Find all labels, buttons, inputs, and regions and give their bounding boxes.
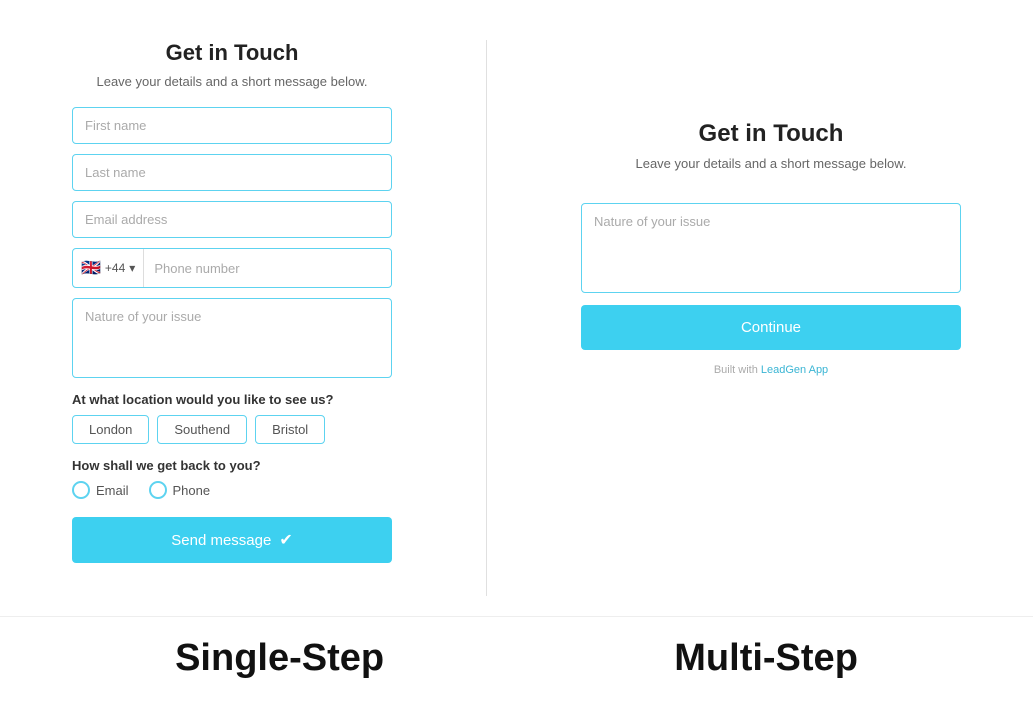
contact-phone-option[interactable]: Phone <box>149 481 211 499</box>
multi-step-issue-textarea[interactable] <box>581 203 961 293</box>
phone-dropdown-icon: ▾ <box>129 261 135 275</box>
phone-row: 🇬🇧 +44 ▾ <box>72 248 392 288</box>
single-step-label: Single-Step <box>175 637 384 680</box>
built-with-text: Built with LeadGen App <box>714 364 828 376</box>
radio-email-circle <box>72 481 90 499</box>
phone-code: +44 <box>105 261 125 275</box>
labels-row: Single-Step Multi-Step <box>0 616 1033 720</box>
single-step-fields: 🇬🇧 +44 ▾ <box>72 107 392 378</box>
flag-emoji: 🇬🇧 <box>81 258 101 278</box>
first-name-input[interactable] <box>72 107 392 144</box>
contact-email-label: Email <box>96 483 129 498</box>
continue-button-label: Continue <box>741 319 801 336</box>
location-london[interactable]: London <box>72 415 149 444</box>
last-name-input[interactable] <box>72 154 392 191</box>
multi-step-form: Get in Touch Leave your details and a sh… <box>581 40 961 376</box>
location-southend[interactable]: Southend <box>157 415 247 444</box>
multi-step-title: Get in Touch <box>699 120 844 148</box>
issue-textarea[interactable] <box>72 298 392 378</box>
send-message-button[interactable]: Send message ✔︎ <box>72 517 392 563</box>
location-buttons: London Southend Bristol <box>72 415 325 444</box>
multi-step-subtitle: Leave your details and a short message b… <box>635 156 906 171</box>
send-icon: ✔︎ <box>279 530 292 550</box>
leadgen-link[interactable]: LeadGen App <box>761 364 828 376</box>
continue-button[interactable]: Continue <box>581 305 961 350</box>
contact-phone-label: Phone <box>173 483 211 498</box>
single-step-form: Get in Touch Leave your details and a sh… <box>72 40 392 563</box>
single-step-subtitle: Leave your details and a short message b… <box>96 74 367 89</box>
contact-question: How shall we get back to you? <box>72 458 261 473</box>
single-step-title: Get in Touch <box>166 40 299 66</box>
send-button-label: Send message <box>171 532 271 549</box>
email-input[interactable] <box>72 201 392 238</box>
contact-email-option[interactable]: Email <box>72 481 129 499</box>
contact-options: Email Phone <box>72 481 210 499</box>
section-divider <box>486 40 487 596</box>
radio-phone-circle <box>149 481 167 499</box>
phone-flag-selector[interactable]: 🇬🇧 +44 ▾ <box>73 249 144 287</box>
location-question: At what location would you like to see u… <box>72 392 333 407</box>
multi-step-label: Multi-Step <box>674 637 858 680</box>
location-bristol[interactable]: Bristol <box>255 415 325 444</box>
phone-number-input[interactable] <box>144 251 391 286</box>
built-with-prefix: Built with <box>714 364 761 376</box>
